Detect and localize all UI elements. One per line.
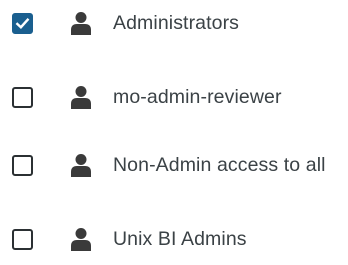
group-label: Unix BI Admins xyxy=(113,227,247,250)
group-row-non-admin-access-to-all[interactable]: Non-Admin access to all xyxy=(0,139,348,191)
user-icon xyxy=(71,86,91,109)
user-icon xyxy=(71,12,91,35)
group-checkbox-unix-bi-admins[interactable] xyxy=(12,228,33,250)
group-checkbox-non-admin-access-to-all[interactable] xyxy=(12,154,33,176)
group-label: mo-admin-reviewer xyxy=(113,85,282,108)
user-icon xyxy=(71,228,91,251)
group-row-mo-admin-reviewer[interactable]: mo-admin-reviewer xyxy=(0,71,348,123)
group-row-administrators[interactable]: Administrators xyxy=(0,0,348,49)
group-label: Administrators xyxy=(113,11,240,34)
group-row-unix-bi-admins[interactable]: Unix BI Admins xyxy=(0,213,348,265)
group-label: Non-Admin access to all xyxy=(113,153,326,176)
user-icon xyxy=(71,154,91,177)
group-checkbox-administrators[interactable] xyxy=(12,12,33,34)
group-checkbox-mo-admin-reviewer[interactable] xyxy=(12,86,33,108)
checkmark-icon xyxy=(15,17,30,29)
group-checklist: Administrators mo-admin-reviewer Non-Adm… xyxy=(0,0,348,252)
